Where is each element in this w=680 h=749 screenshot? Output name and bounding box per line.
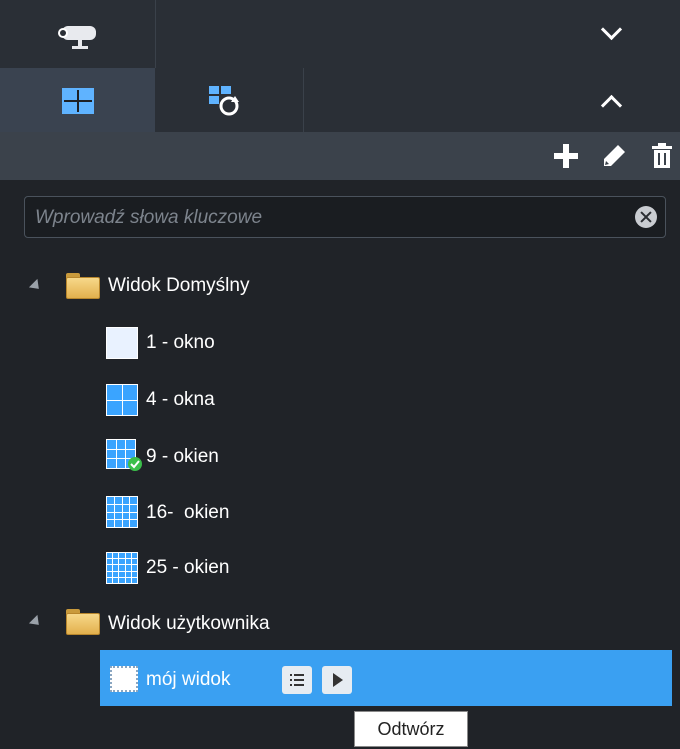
layout-16-icon bbox=[106, 496, 138, 528]
active-check-icon bbox=[128, 457, 142, 471]
list-icon bbox=[290, 674, 304, 686]
play-icon bbox=[333, 673, 343, 687]
delete-view-button[interactable] bbox=[648, 142, 676, 170]
view-details-button[interactable] bbox=[282, 666, 312, 694]
tree-item-16-okien[interactable]: 16- okien bbox=[146, 493, 229, 533]
view-grid-icon bbox=[62, 88, 94, 114]
sequence-refresh-icon bbox=[209, 86, 239, 116]
tree-item-25-okien[interactable]: 25 - okien bbox=[146, 548, 229, 588]
layout-1-icon bbox=[106, 327, 138, 359]
group-user-views[interactable]: Widok użytkownika bbox=[108, 604, 270, 644]
folder-icon bbox=[66, 273, 100, 299]
trash-icon bbox=[652, 143, 672, 168]
layout-25-icon bbox=[106, 552, 138, 584]
pencil-icon bbox=[604, 145, 625, 166]
group-label: Widok użytkownika bbox=[108, 613, 270, 634]
tab-sequence[interactable] bbox=[155, 68, 304, 132]
chevron-down-icon bbox=[600, 18, 623, 41]
tree-item-1-okno[interactable]: 1 - okno bbox=[146, 323, 215, 363]
tree-item-moj-widok[interactable]: mój widok bbox=[146, 660, 230, 700]
play-tooltip: Odtwórz bbox=[354, 711, 468, 747]
camera-tab[interactable] bbox=[0, 0, 156, 68]
view-toolbar bbox=[0, 132, 680, 180]
camera-icon bbox=[58, 26, 96, 49]
top-tab-bar bbox=[0, 0, 680, 68]
play-view-button[interactable] bbox=[322, 666, 352, 694]
search-input[interactable] bbox=[33, 197, 637, 239]
layout-4-icon bbox=[106, 384, 138, 416]
clear-search-icon[interactable] bbox=[635, 206, 657, 228]
group-label: Widok Domyślny bbox=[108, 275, 250, 296]
add-view-button[interactable] bbox=[552, 142, 580, 170]
view-tab-bar bbox=[0, 68, 680, 132]
edit-view-button[interactable] bbox=[600, 142, 628, 170]
group-default-views[interactable]: Widok Domyślny bbox=[108, 266, 249, 306]
plus-icon bbox=[554, 144, 578, 168]
expand-button[interactable] bbox=[596, 86, 626, 117]
tree-item-9-okien[interactable]: 9 - okien bbox=[146, 437, 219, 477]
folder-icon bbox=[66, 609, 100, 635]
tree-item-4-okna[interactable]: 4 - okna bbox=[146, 380, 215, 420]
search-box bbox=[24, 196, 666, 239]
tab-views[interactable] bbox=[0, 68, 155, 132]
chevron-up-icon bbox=[600, 94, 623, 117]
collapse-button[interactable] bbox=[596, 18, 626, 48]
custom-layout-icon bbox=[110, 666, 138, 692]
